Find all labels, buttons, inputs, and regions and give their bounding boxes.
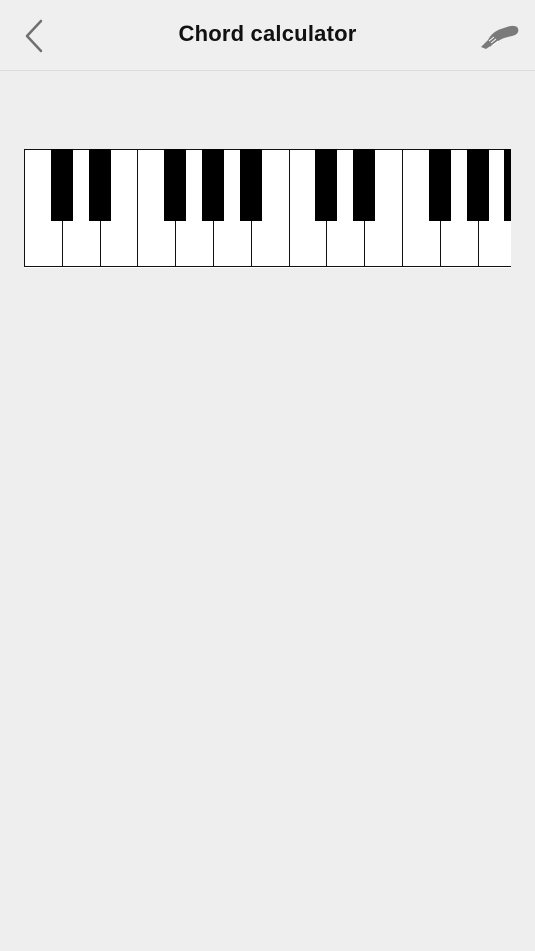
black-key-d-sharp[interactable]	[88, 149, 111, 221]
black-key-d-sharp[interactable]	[353, 149, 376, 221]
black-key-c-sharp[interactable]	[50, 149, 73, 221]
black-key-a-sharp[interactable]	[239, 149, 262, 221]
black-key-f-sharp[interactable]	[428, 149, 451, 221]
top-app-bar: Chord calculator	[0, 0, 535, 71]
black-key-g-sharp[interactable]	[466, 149, 489, 221]
guitar-headstock-icon	[481, 25, 519, 49]
page-title: Chord calculator	[178, 21, 357, 46]
black-key-c-sharp[interactable]	[315, 149, 338, 221]
black-key-g-sharp[interactable]	[202, 149, 224, 221]
piano-keyboard[interactable]	[24, 149, 511, 268]
black-key-a-sharp[interactable]	[504, 149, 511, 221]
instrument-switch-button[interactable]	[474, 14, 522, 56]
black-key-f-sharp[interactable]	[164, 149, 187, 221]
